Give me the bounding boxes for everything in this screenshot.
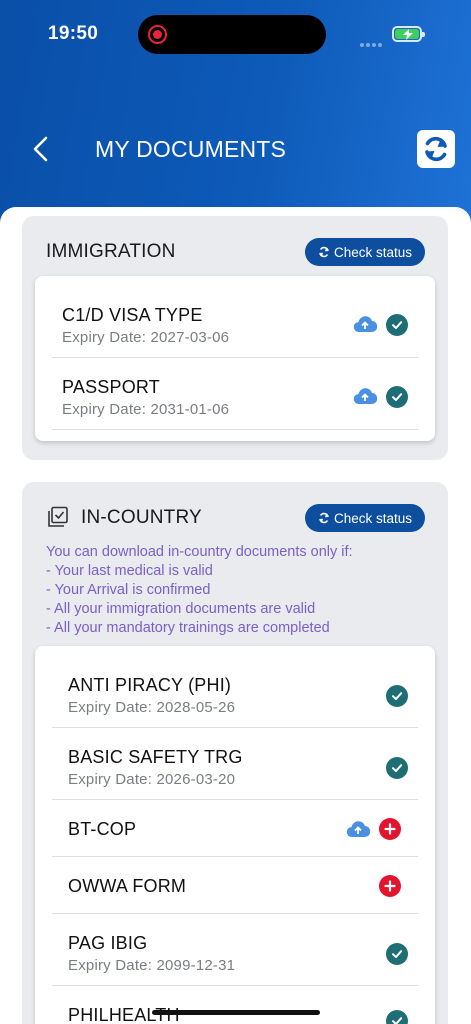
document-row[interactable]: BT-COP [52,800,418,857]
check-circle-icon [386,757,408,779]
incountry-title: IN-COUNTRY [81,507,202,528]
document-name: OWWA FORM [68,876,187,896]
note-line: - Your last medical is valid [46,563,213,579]
document-expiry: Expiry Date: 2099-12-31 [68,957,236,974]
document-row[interactable]: C1/D VISA TYPE Expiry Date: 2027-03-06 [52,286,418,358]
incountry-section: IN-COUNTRY Check status You can download… [22,482,448,1024]
status-time: 19:50 [48,23,99,44]
document-expiry: Expiry Date: 2028-05-26 [68,699,236,716]
document-name: PASSPORT [62,377,160,397]
document-name: C1/D VISA TYPE [62,305,203,325]
plus-circle-icon[interactable] [379,818,401,840]
documents-check-icon [48,506,68,527]
refresh-icon [425,136,447,162]
refresh-small-icon [319,512,329,524]
document-row[interactable]: OWWA FORM [52,857,418,914]
immigration-check-status-button[interactable]: Check status [305,238,425,266]
plus-circle-icon[interactable] [379,875,401,897]
check-circle-icon [386,386,408,408]
check-status-label: Check status [333,244,413,260]
immigration-list: C1/D VISA TYPE Expiry Date: 2027-03-06 P… [35,276,435,441]
refresh-button[interactable] [417,130,455,168]
document-row[interactable]: PAG IBIG Expiry Date: 2099-12-31 [52,914,418,986]
document-expiry: Expiry Date: 2031-01-06 [62,401,230,418]
record-icon [148,25,167,44]
check-status-label: Check status [333,510,413,526]
cloud-upload-icon[interactable] [353,387,377,405]
immigration-title: IMMIGRATION [46,241,176,262]
document-name: BT-COP [68,819,137,839]
check-circle-icon [386,1010,408,1024]
note-line: - Your Arrival is confirmed [46,582,211,598]
refresh-small-icon [319,246,329,258]
header: 19:50 MY DOCUMENTS [0,0,471,240]
document-expiry: Expiry Date: 2026-03-20 [68,771,236,788]
chevron-left-icon [33,136,48,162]
page-title: MY DOCUMENTS [95,136,287,162]
signal-icon [360,34,384,47]
document-row[interactable]: PASSPORT Expiry Date: 2031-01-06 [52,358,418,430]
status-bar: 19:50 [0,0,471,70]
back-button[interactable] [26,133,58,165]
home-indicator[interactable] [152,1010,320,1015]
check-circle-icon [386,314,408,336]
check-circle-icon [386,685,408,707]
battery-icon [392,26,425,42]
note-line: - All your mandatory trainings are compl… [46,620,330,636]
document-expiry: Expiry Date: 2027-03-06 [62,329,230,346]
document-name: PAG IBIG [68,933,148,953]
incountry-note: You can download in-country documents on… [46,543,353,638]
cloud-upload-icon[interactable] [346,820,370,838]
content: IMMIGRATION Check status C1/D VISA TYPE … [0,207,471,1024]
note-line: - All your immigration documents are val… [46,601,316,617]
document-name: BASIC SAFETY TRG [68,747,243,767]
incountry-list: ANTI PIRACY (PHI) Expiry Date: 2028-05-2… [35,646,435,1024]
check-circle-icon [386,943,408,965]
cloud-upload-icon[interactable] [353,315,377,333]
immigration-section: IMMIGRATION Check status C1/D VISA TYPE … [22,216,448,460]
document-row[interactable]: BASIC SAFETY TRG Expiry Date: 2026-03-20 [52,728,418,800]
note-line: You can download in-country documents on… [46,544,353,560]
incountry-check-status-button[interactable]: Check status [305,504,425,532]
document-row[interactable]: PHILHEALTH [52,986,418,1024]
document-name: ANTI PIRACY (PHI) [68,675,232,695]
document-row[interactable]: ANTI PIRACY (PHI) Expiry Date: 2028-05-2… [52,656,418,728]
